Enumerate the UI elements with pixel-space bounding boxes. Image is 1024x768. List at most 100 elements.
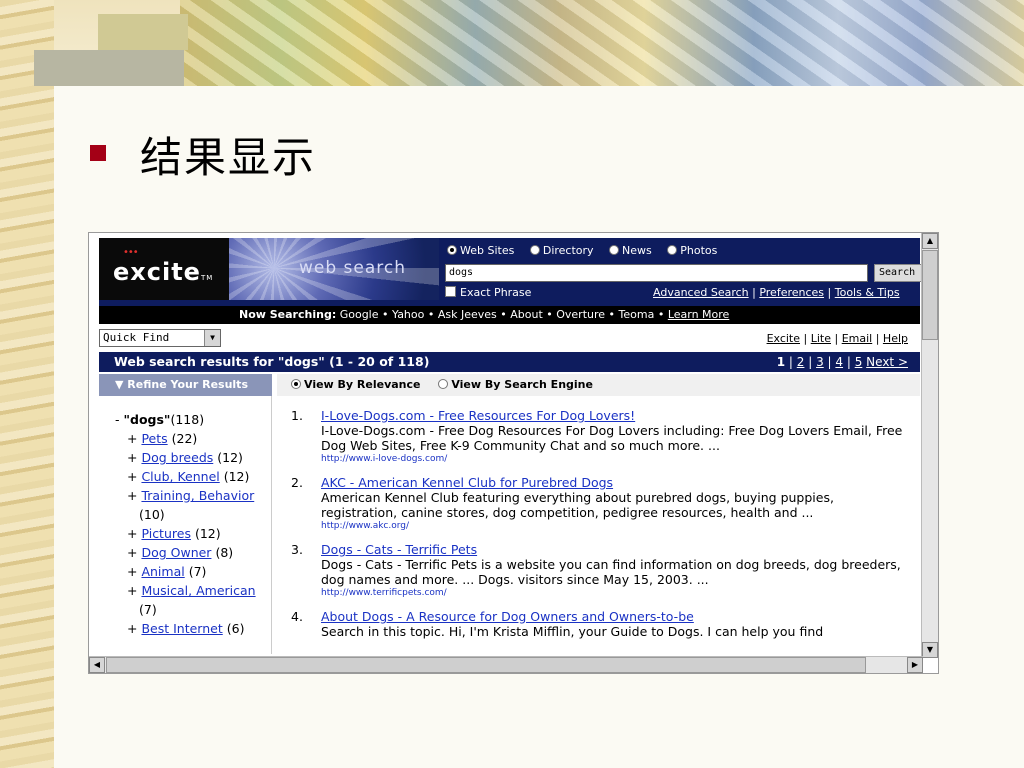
view-engine-label: View By Search Engine (451, 378, 593, 391)
logo-area: ••• exciteTM (99, 238, 229, 300)
web-search-tagline: web search (299, 258, 407, 278)
result-title-link[interactable]: I-Love-Dogs.com - Free Resources For Dog… (321, 408, 635, 423)
refine-root-label: "dogs" (123, 412, 171, 427)
result-title-link[interactable]: Dogs - Cats - Terrific Pets (321, 542, 477, 557)
view-by-relevance-radio[interactable]: View By Relevance (291, 378, 421, 391)
results-title: Web search results for "dogs" (1 - 20 of… (114, 354, 430, 369)
refine-link[interactable]: Musical, American (141, 583, 255, 598)
radio-dot-icon (447, 245, 457, 255)
engine-list: Google • Yahoo • Ask Jeeves • About • Ov… (339, 308, 665, 321)
vertical-scrollbar[interactable]: ▲ ▼ (921, 233, 938, 658)
next-page-link[interactable]: Next > (866, 355, 908, 369)
page-current: 1 (776, 355, 786, 369)
advanced-search-link[interactable]: Advanced Search (653, 286, 749, 299)
refine-count: (12) (217, 450, 243, 465)
refine-link[interactable]: Club, Kennel (141, 469, 219, 484)
search-button[interactable]: Search (874, 264, 924, 282)
refine-item: + Training, Behavior (10) (127, 488, 255, 522)
radio-dot-icon (291, 379, 301, 389)
exact-phrase-checkbox[interactable]: Exact Phrase (445, 286, 531, 299)
top-links: Excite | Lite | Email | Help (766, 332, 908, 345)
refine-label: Refine Your Results (127, 378, 248, 391)
radio-dot-icon (529, 245, 540, 255)
radio-dot-icon (438, 379, 449, 389)
refine-results-header[interactable]: ▼ Refine Your Results (99, 374, 272, 396)
scroll-right-icon[interactable]: ▶ (907, 657, 923, 673)
refine-item: + Dog breeds (12) (127, 450, 243, 465)
preferences-link[interactable]: Preferences (759, 286, 824, 299)
view-options-bar: View By Relevance View By Search Engine (277, 374, 920, 396)
scroll-left-icon[interactable]: ◀ (89, 657, 105, 673)
result-description: Dogs - Cats - Terrific Pets is a website… (321, 557, 901, 587)
refine-link[interactable]: Best Internet (141, 621, 222, 636)
refine-item: + Musical, American (7) (127, 583, 256, 617)
slide-left-texture (0, 0, 54, 768)
radio-directory[interactable]: Directory (529, 244, 594, 257)
refine-count: (12) (223, 469, 250, 484)
radio-label: Photos (680, 244, 718, 257)
radio-web-sites[interactable]: Web Sites (447, 244, 514, 257)
now-searching-bar: Now Searching: Google • Yahoo • Ask Jeev… (99, 306, 920, 324)
page-link[interactable]: 4 (835, 355, 843, 369)
refine-sidebar: - "dogs"(118) + Pets (22) + Dog breeds (… (99, 396, 272, 654)
radio-label: News (622, 244, 652, 257)
page-link[interactable]: 2 (797, 355, 805, 369)
exact-phrase-label: Exact Phrase (460, 286, 532, 299)
triangle-down-icon: ▼ (115, 378, 128, 391)
scroll-down-icon[interactable]: ▼ (922, 642, 938, 658)
refine-count: (22) (171, 431, 198, 446)
result-description: American Kennel Club featuring everythin… (321, 490, 834, 520)
page-link[interactable]: 3 (816, 355, 824, 369)
now-searching-label: Now Searching: (239, 308, 337, 321)
scroll-thumb[interactable] (922, 250, 938, 340)
result-item: 1. I-Love-Dogs.com - Free Resources For … (289, 408, 909, 465)
excite-logo[interactable]: exciteTM (113, 258, 213, 286)
learn-more-link[interactable]: Learn More (668, 308, 730, 321)
results-list: 1. I-Love-Dogs.com - Free Resources For … (289, 408, 909, 649)
logo-text: excite (113, 258, 201, 286)
search-input[interactable]: dogs (445, 264, 868, 282)
radio-photos[interactable]: Photos (667, 244, 717, 257)
refine-link[interactable]: Pets (141, 431, 167, 446)
excite-link[interactable]: Excite (767, 332, 800, 345)
view-by-engine-radio[interactable]: View By Search Engine (438, 378, 593, 391)
lite-link[interactable]: Lite (811, 332, 831, 345)
result-item: 4. About Dogs - A Resource for Dog Owner… (289, 609, 909, 639)
result-description: I-Love-Dogs.com - Free Dog Resources For… (321, 423, 903, 453)
search-type-radios: Web Sites Directory News Photos (447, 244, 729, 257)
excite-header: ••• exciteTM web search Web Sites Direct… (99, 238, 924, 306)
quick-find-select[interactable]: Quick Find ▼ (99, 329, 221, 347)
page-link[interactable]: 5 (855, 355, 863, 369)
refine-link[interactable]: Dog breeds (141, 450, 213, 465)
result-url: http://www.terrificpets.com/ (321, 588, 447, 598)
refine-link[interactable]: Pictures (141, 526, 191, 541)
email-link[interactable]: Email (842, 332, 873, 345)
slide-deco-bar (34, 50, 184, 86)
refine-item: + Club, Kennel (12) (127, 469, 250, 484)
radio-news[interactable]: News (609, 244, 652, 257)
refine-link[interactable]: Training, Behavior (141, 488, 254, 503)
result-number: 4. (291, 609, 303, 624)
checkbox-icon (445, 286, 456, 297)
result-url: http://www.akc.org/ (321, 521, 410, 531)
refine-link[interactable]: Dog Owner (141, 545, 211, 560)
result-title-link[interactable]: About Dogs - A Resource for Dog Owners a… (321, 609, 694, 624)
tools-tips-link[interactable]: Tools & Tips (835, 286, 900, 299)
result-title-link[interactable]: AKC - American Kennel Club for Purebred … (321, 475, 613, 490)
refine-link[interactable]: Animal (141, 564, 184, 579)
chevron-down-icon[interactable]: ▼ (204, 330, 220, 346)
refine-count: (8) (215, 545, 234, 560)
hscroll-thumb[interactable] (106, 657, 866, 673)
help-link[interactable]: Help (883, 332, 908, 345)
refine-item: + Pets (22) (127, 431, 198, 446)
radio-label: Directory (542, 244, 594, 257)
quick-find-value: Quick Find (103, 331, 170, 344)
slide-title: 结果显示 (140, 133, 317, 182)
slide-bullet-icon (90, 145, 106, 161)
horizontal-scrollbar[interactable]: ◀ ▶ (89, 656, 923, 673)
collapse-icon[interactable]: - (115, 412, 120, 427)
result-url: http://www.i-love-dogs.com/ (321, 454, 448, 464)
refine-root-count: (118) (170, 412, 205, 427)
result-number: 1. (291, 408, 303, 423)
scroll-up-icon[interactable]: ▲ (922, 233, 938, 249)
